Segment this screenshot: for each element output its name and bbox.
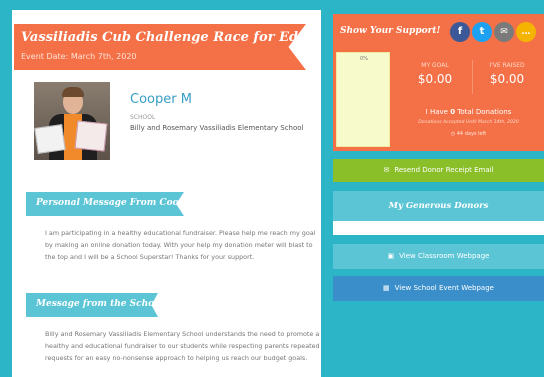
event-title: Vassiliadis Cub Challenge Race for Educa… bbox=[21, 30, 353, 45]
school-message-heading: Message from the School bbox=[26, 293, 158, 317]
view-school-event-button[interactable]: ▦ View School Event Webpage bbox=[333, 276, 544, 301]
days-left: ◷ 44 days left bbox=[450, 131, 487, 137]
personal-message-heading: Personal Message From Cooper bbox=[26, 192, 184, 216]
personal-message-body: I am participating in a healthy educatio… bbox=[45, 229, 316, 261]
my-goal-value: $0.00 bbox=[417, 72, 453, 86]
generous-donors-header: My Generous Donors bbox=[333, 191, 544, 221]
email-icon[interactable]: ✉ bbox=[494, 22, 514, 42]
event-banner: Vassiliadis Cub Challenge Race for Educa… bbox=[14, 24, 306, 70]
event-date: Event Date: March 7th, 2020 bbox=[21, 52, 137, 61]
raised-value: $0.00 bbox=[489, 72, 525, 86]
school-message-body: Billy and Rosemary Vassiliadis Elementar… bbox=[45, 330, 320, 362]
envelope-icon: ✉ bbox=[383, 166, 390, 174]
sms-icon[interactable]: … bbox=[516, 22, 536, 42]
total-donations-text: I Have 0 Total Donations bbox=[425, 108, 512, 116]
support-title: Show Your Support! bbox=[340, 26, 441, 36]
student-name: Cooper M bbox=[130, 92, 192, 107]
donation-meter: 0% bbox=[336, 52, 390, 147]
my-goal-label: MY GOAL bbox=[421, 62, 449, 69]
support-panel: Show Your Support! f t ✉ … 0% MY GOAL $0… bbox=[333, 14, 544, 151]
donations-accepted-until: Donations Accepted Until March 14th, 202… bbox=[418, 120, 519, 125]
meter-percent: 0% bbox=[360, 56, 368, 62]
school-label: SCHOOL bbox=[130, 114, 156, 121]
image-icon: ▣ bbox=[387, 252, 395, 260]
school-name: Billy and Rosemary Vassiliadis Elementar… bbox=[130, 124, 304, 132]
raised-label: I'VE RAISED bbox=[489, 62, 525, 69]
student-photo bbox=[34, 82, 110, 160]
resend-receipt-button[interactable]: ✉ Resend Donor Receipt Email bbox=[333, 159, 544, 182]
fundraiser-profile-panel: Vassiliadis Cub Challenge Race for Educa… bbox=[12, 10, 321, 377]
donors-list bbox=[333, 221, 544, 235]
calendar-icon: ▦ bbox=[383, 284, 390, 292]
facebook-icon[interactable]: f bbox=[450, 22, 470, 42]
twitter-icon[interactable]: t bbox=[472, 22, 492, 42]
view-classroom-button[interactable]: ▣ View Classroom Webpage bbox=[333, 244, 544, 269]
